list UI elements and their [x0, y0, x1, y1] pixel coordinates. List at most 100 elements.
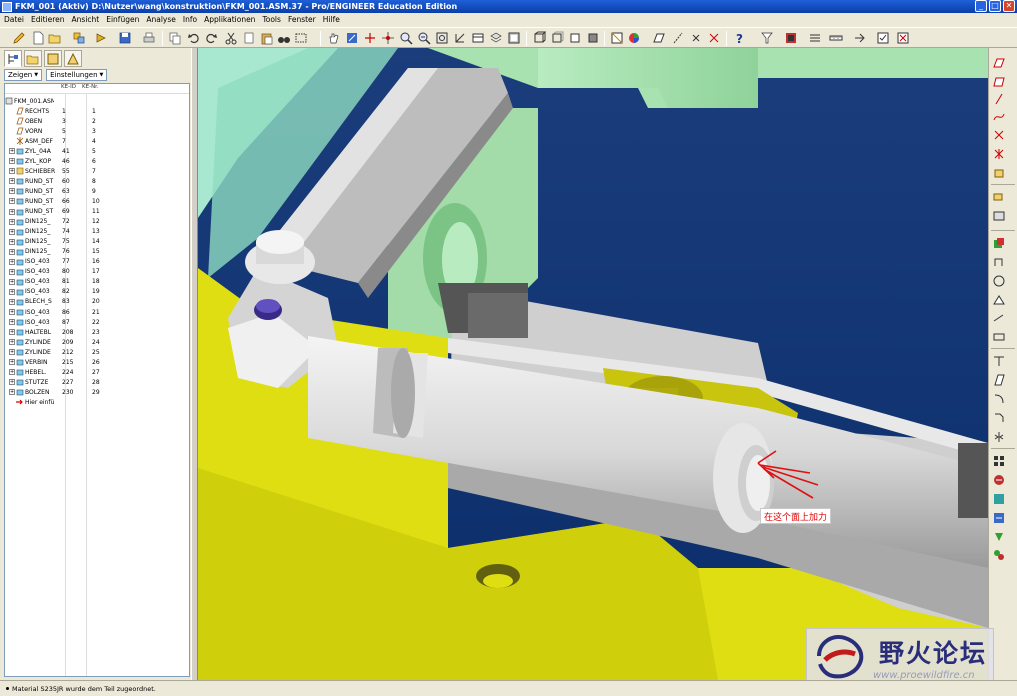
paste-icon[interactable]: [260, 31, 274, 45]
menu-ansicht[interactable]: Ansicht: [72, 15, 100, 24]
pan-hand-icon[interactable]: [327, 31, 341, 45]
expand-toggle-icon[interactable]: +: [9, 349, 15, 356]
tree-item[interactable]: + RUND_ST 66 10: [5, 196, 189, 206]
tree-item[interactable]: + ZYL_KOP 46 6: [5, 156, 189, 166]
tree-item[interactable]: + ISO_403 82 19: [5, 287, 189, 297]
measure-icon[interactable]: [829, 31, 843, 45]
expand-toggle-icon[interactable]: +: [9, 168, 15, 175]
expand-toggle-icon[interactable]: +: [9, 359, 15, 366]
settings-dropdown[interactable]: Einstellungen ▼: [46, 69, 108, 81]
hidden-line-icon[interactable]: [550, 31, 564, 45]
expand-toggle-icon[interactable]: +: [9, 379, 15, 386]
minimize-button[interactable]: _: [975, 0, 987, 12]
model-props-icon[interactable]: [72, 31, 86, 45]
tree-item[interactable]: + DIN125_ 76 15: [5, 247, 189, 257]
expand-toggle-icon[interactable]: +: [9, 339, 15, 346]
tree-item[interactable]: + ZYLINDE 212 25: [5, 347, 189, 357]
copy-clipboard-icon[interactable]: [242, 31, 256, 45]
toggle-window-icon[interactable]: [876, 31, 890, 45]
expand-toggle-icon[interactable]: +: [9, 319, 15, 326]
info-icon[interactable]: [853, 31, 867, 45]
tree-item[interactable]: + BLECH_S 83 20: [5, 297, 189, 307]
favorites-tab[interactable]: [44, 50, 62, 67]
tree-item[interactable]: + ISO_403 80 17: [5, 267, 189, 277]
tree-item[interactable]: OBEN 3 2: [5, 116, 189, 126]
tree-item[interactable]: + DIN125_ 72 12: [5, 217, 189, 227]
connections-tab[interactable]: [64, 50, 82, 67]
render-icon[interactable]: [784, 31, 798, 45]
zoom-icon[interactable]: [399, 31, 413, 45]
cross-section-icon[interactable]: [808, 31, 822, 45]
expand-toggle-icon[interactable]: +: [9, 329, 15, 336]
menu-einfuegen[interactable]: Einfügen: [106, 15, 139, 24]
layers-icon[interactable]: [489, 31, 503, 45]
datum-point-toggle-icon[interactable]: [689, 31, 703, 45]
undo-icon[interactable]: [187, 31, 201, 45]
expand-toggle-icon[interactable]: +: [9, 148, 15, 155]
zoom-out-icon[interactable]: [417, 31, 431, 45]
warp-icon[interactable]: [992, 511, 1006, 525]
refit-icon[interactable]: [435, 31, 449, 45]
panel-splitter[interactable]: [191, 48, 198, 680]
tree-item[interactable]: + ZYL_04A 41 5: [5, 146, 189, 156]
expand-toggle-icon[interactable]: +: [9, 309, 15, 315]
tree-item[interactable]: + ZYLINDE 209 24: [5, 337, 189, 347]
tree-item[interactable]: + ISO_403 86 21: [5, 307, 189, 317]
redo-icon[interactable]: [204, 31, 218, 45]
shell-icon[interactable]: [992, 330, 1006, 344]
regenerate-icon[interactable]: [94, 31, 108, 45]
analysis-feature-icon[interactable]: [992, 165, 1006, 179]
create-component-icon[interactable]: [992, 209, 1006, 223]
open-folder-icon[interactable]: [48, 31, 62, 45]
tree-item[interactable]: + RUND_ST 69 11: [5, 207, 189, 217]
toolkit-icon[interactable]: [992, 548, 1006, 562]
selection-box-icon[interactable]: [294, 31, 308, 45]
revolve-icon[interactable]: [992, 255, 1006, 269]
help-icon[interactable]: ?: [733, 31, 747, 45]
assemble-icon[interactable]: [992, 190, 1006, 204]
tree-item[interactable]: ASM_DEF 7 4: [5, 136, 189, 146]
close-button[interactable]: ✕: [1003, 0, 1015, 12]
wireframe-icon[interactable]: [532, 31, 546, 45]
expand-toggle-icon[interactable]: +: [9, 228, 15, 235]
folder-browser-tab[interactable]: [24, 50, 42, 67]
expand-toggle-icon[interactable]: +: [9, 198, 15, 205]
tree-item[interactable]: + STUTZE 227 28: [5, 377, 189, 387]
menu-applikationen[interactable]: Applikationen: [204, 15, 255, 24]
column-header-id[interactable]: KE-ID: [61, 84, 82, 93]
sketch-icon[interactable]: [345, 31, 359, 45]
shading-icon[interactable]: [586, 31, 600, 45]
new-file-icon[interactable]: [31, 31, 45, 45]
tree-root[interactable]: FKM_001.ASM: [5, 96, 189, 106]
round-icon[interactable]: [992, 392, 1006, 406]
sweep-icon[interactable]: [992, 274, 1006, 288]
tree-item[interactable]: + RUND_ST 63 9: [5, 186, 189, 196]
draft-icon[interactable]: [992, 373, 1006, 387]
datum-plane-toggle-icon[interactable]: [652, 31, 666, 45]
saved-views-icon[interactable]: [471, 31, 485, 45]
tree-item[interactable]: + ISO_403 77 16: [5, 257, 189, 267]
flexible-modeling-icon[interactable]: [992, 530, 1006, 544]
column-header-nr[interactable]: KE-Nr.: [82, 84, 102, 93]
tree-item[interactable]: + RUND_ST 60 8: [5, 176, 189, 186]
reorient-icon[interactable]: [453, 31, 467, 45]
point-icon[interactable]: [381, 31, 395, 45]
find-binoculars-icon[interactable]: [277, 31, 291, 45]
datum-point-tool-icon[interactable]: [992, 128, 1006, 142]
expand-toggle-icon[interactable]: +: [9, 248, 15, 255]
cut-icon[interactable]: [224, 31, 238, 45]
datum-plane-tool-icon[interactable]: [992, 56, 1006, 70]
maximize-button[interactable]: □: [989, 0, 1001, 12]
copy-icon[interactable]: [168, 31, 182, 45]
expand-toggle-icon[interactable]: +: [9, 278, 15, 285]
rib-icon[interactable]: [992, 354, 1006, 368]
menu-hilfe[interactable]: Hilfe: [323, 15, 340, 24]
tree-item[interactable]: Hier einfü: [5, 397, 189, 407]
graphics-viewport[interactable]: [198, 48, 988, 680]
expand-toggle-icon[interactable]: +: [9, 288, 15, 295]
tree-item[interactable]: + ISO_403 81 18: [5, 277, 189, 287]
tree-item[interactable]: + VERBIN 215 26: [5, 357, 189, 367]
axis-icon[interactable]: [363, 31, 377, 45]
menu-fenster[interactable]: Fenster: [288, 15, 316, 24]
expand-toggle-icon[interactable]: +: [9, 178, 15, 185]
